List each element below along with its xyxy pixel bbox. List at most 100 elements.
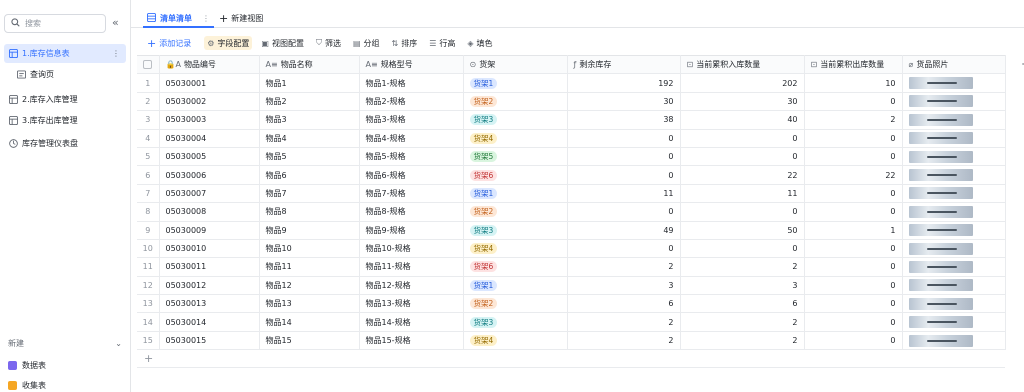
cell-out-qty[interactable]: 0: [804, 92, 903, 112]
cell-in-qty[interactable]: 22: [680, 165, 805, 185]
cell-item-code[interactable]: 05030012: [159, 276, 260, 296]
cell-shelf[interactable]: 货架1: [463, 276, 568, 296]
cell-in-qty[interactable]: 0: [680, 129, 805, 148]
cell-item-name[interactable]: 物品2: [259, 92, 360, 112]
cell-item-spec[interactable]: 物品15-规格: [359, 331, 464, 351]
cell-item-code[interactable]: 05030005: [159, 147, 260, 167]
cell-shelf[interactable]: 货架5: [463, 147, 568, 167]
cell-remaining-stock[interactable]: 11: [567, 184, 681, 204]
table-row[interactable]: 6 05030006 物品6 物品6-规格 货架6 0 22 22: [137, 165, 1006, 185]
row-height-button[interactable]: ☰ 行高: [426, 36, 458, 50]
cell-item-photo[interactable]: [902, 312, 1006, 332]
cell-out-qty[interactable]: 0: [804, 294, 903, 314]
new-view-button[interactable]: + 新建视图: [219, 12, 263, 25]
cell-out-qty[interactable]: 0: [804, 276, 903, 296]
item-photo-thumbnail[interactable]: [908, 95, 973, 108]
cell-remaining-stock[interactable]: 30: [567, 92, 681, 112]
cell-remaining-stock[interactable]: 0: [567, 147, 681, 167]
table-row[interactable]: 5 05030005 物品5 物品5-规格 货架5 0 0 0: [137, 147, 1006, 167]
cell-remaining-stock[interactable]: 0: [567, 239, 681, 259]
cell-item-code[interactable]: 05030013: [159, 294, 260, 314]
column-header-shelf[interactable]: ⊙ 货架: [463, 54, 568, 75]
search-input[interactable]: 搜索: [4, 14, 106, 33]
sidebar-item-query-page[interactable]: 查询页: [12, 65, 126, 84]
cell-shelf[interactable]: 货架3: [463, 221, 568, 240]
cell-item-spec[interactable]: 物品12-规格: [359, 276, 464, 296]
cell-item-spec[interactable]: 物品6-规格: [359, 165, 464, 185]
cell-item-photo[interactable]: [902, 331, 1006, 351]
cell-out-qty[interactable]: 0: [804, 202, 903, 222]
cell-remaining-stock[interactable]: 2: [567, 331, 681, 351]
cell-item-name[interactable]: 物品11: [259, 257, 360, 277]
cell-shelf[interactable]: 货架2: [463, 202, 568, 222]
column-header-code[interactable]: 🔒A 物品编号: [159, 54, 260, 75]
field-config-button[interactable]: ⚙ 字段配置: [204, 36, 253, 50]
cell-out-qty[interactable]: 1: [804, 221, 903, 240]
cell-item-photo[interactable]: [902, 276, 1006, 296]
cell-item-code[interactable]: 05030009: [159, 221, 260, 240]
item-photo-thumbnail[interactable]: [908, 224, 973, 237]
sidebar-item-stock-in[interactable]: 2.库存入库管理: [4, 90, 126, 109]
sort-button[interactable]: ⇅ 排序: [389, 36, 421, 50]
column-header-name[interactable]: A≡ 物品名称: [259, 54, 360, 75]
item-photo-thumbnail[interactable]: [908, 242, 973, 255]
item-photo-thumbnail[interactable]: [908, 113, 973, 126]
table-row[interactable]: 2 05030002 物品2 物品2-规格 货架2 30 30 0: [137, 92, 1006, 112]
cell-item-photo[interactable]: [902, 73, 1006, 93]
cell-item-spec[interactable]: 物品11-规格: [359, 257, 464, 277]
cell-item-code[interactable]: 05030001: [159, 73, 260, 93]
cell-remaining-stock[interactable]: 0: [567, 165, 681, 185]
cell-item-spec[interactable]: 物品10-规格: [359, 239, 464, 259]
cell-item-code[interactable]: 05030008: [159, 202, 260, 222]
cell-in-qty[interactable]: 0: [680, 239, 805, 259]
table-row[interactable]: 4 05030004 物品4 物品4-规格 货架4 0 0 0: [137, 129, 1006, 148]
cell-in-qty[interactable]: 2: [680, 331, 805, 351]
cell-item-name[interactable]: 物品9: [259, 221, 360, 240]
cell-remaining-stock[interactable]: 0: [567, 202, 681, 222]
cell-item-spec[interactable]: 物品14-规格: [359, 312, 464, 332]
cell-item-code[interactable]: 05030006: [159, 165, 260, 185]
cell-remaining-stock[interactable]: 192: [567, 73, 681, 93]
item-photo-thumbnail[interactable]: [908, 77, 973, 90]
cell-item-spec[interactable]: 物品3-规格: [359, 110, 464, 130]
cell-item-spec[interactable]: 物品8-规格: [359, 202, 464, 222]
cell-shelf[interactable]: 货架2: [463, 92, 568, 112]
cell-item-photo[interactable]: [902, 239, 1006, 259]
cell-out-qty[interactable]: 0: [804, 147, 903, 167]
cell-shelf[interactable]: 货架1: [463, 184, 568, 204]
cell-item-code[interactable]: 05030004: [159, 129, 260, 148]
group-button[interactable]: ▤ 分组: [350, 36, 383, 50]
cell-shelf[interactable]: 货架1: [463, 73, 568, 93]
column-header-stock[interactable]: ƒ 剩余库存: [567, 54, 681, 75]
sidebar-item-inventory-info[interactable]: 1.库存信息表 ⋮: [4, 44, 126, 63]
cell-item-name[interactable]: 物品3: [259, 110, 360, 130]
cell-shelf[interactable]: 货架6: [463, 165, 568, 185]
column-header-photo[interactable]: ⌀ 货品照片: [902, 54, 1006, 75]
cell-out-qty[interactable]: 2: [804, 110, 903, 130]
item-photo-thumbnail[interactable]: [908, 316, 973, 329]
cell-in-qty[interactable]: 40: [680, 110, 805, 130]
new-datasheet-button[interactable]: 数据表: [4, 358, 46, 372]
cell-out-qty[interactable]: 0: [804, 239, 903, 259]
chevron-down-icon[interactable]: ⌄: [115, 339, 122, 348]
tab-more-icon[interactable]: ⋮: [202, 14, 210, 23]
item-photo-thumbnail[interactable]: [908, 150, 973, 163]
column-header-out-qty[interactable]: ⊡ 当前累积出库数量: [804, 54, 903, 75]
cell-item-name[interactable]: 物品8: [259, 202, 360, 222]
sidebar-item-dashboard[interactable]: 库存管理仪表盘: [4, 134, 126, 153]
cell-item-spec[interactable]: 物品4-规格: [359, 129, 464, 148]
cell-remaining-stock[interactable]: 49: [567, 221, 681, 240]
column-header-spec[interactable]: A≡ 规格型号: [359, 54, 464, 75]
fill-color-button[interactable]: ◈ 填色: [464, 36, 495, 50]
cell-remaining-stock[interactable]: 6: [567, 294, 681, 314]
cell-in-qty[interactable]: 2: [680, 312, 805, 332]
cell-remaining-stock[interactable]: 38: [567, 110, 681, 130]
table-row[interactable]: 13 05030013 物品13 物品13-规格 货架2 6 6 0: [137, 294, 1006, 314]
add-column-button[interactable]: +: [1019, 57, 1024, 71]
item-photo-thumbnail[interactable]: [908, 297, 973, 310]
cell-in-qty[interactable]: 0: [680, 147, 805, 167]
table-row[interactable]: 8 05030008 物品8 物品8-规格 货架2 0 0 0: [137, 202, 1006, 222]
item-photo-thumbnail[interactable]: [908, 260, 973, 273]
cell-shelf[interactable]: 货架4: [463, 331, 568, 351]
cell-item-code[interactable]: 05030010: [159, 239, 260, 259]
